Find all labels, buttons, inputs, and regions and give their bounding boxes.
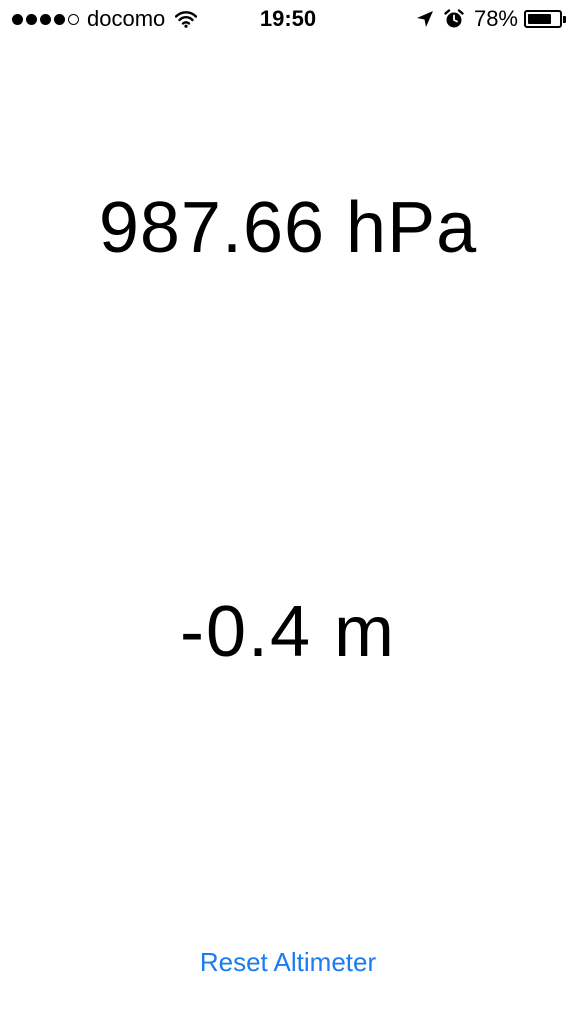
battery-tip xyxy=(563,15,566,23)
battery-icon xyxy=(524,10,566,28)
reset-altimeter-button[interactable]: Reset Altimeter xyxy=(188,940,388,984)
alarm-clock-icon xyxy=(444,9,464,28)
pressure-reading: 987.66 hPa xyxy=(98,188,478,268)
altitude-reading: -0.4 m xyxy=(179,592,397,672)
battery-percent: 78% xyxy=(473,6,518,31)
battery-body xyxy=(524,10,562,28)
status-bar-right: 78% xyxy=(416,6,566,32)
status-bar: docomo 19:50 78% xyxy=(0,0,576,40)
battery-fill xyxy=(528,14,552,24)
location-arrow-icon xyxy=(416,11,433,27)
